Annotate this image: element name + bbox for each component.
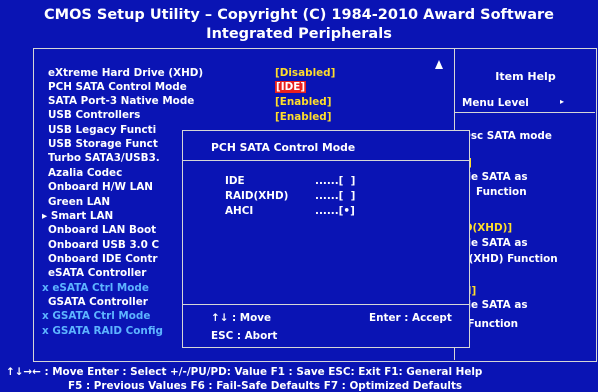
option-popup: PCH SATA Control Mode IDE ......[ ] RAID…	[182, 130, 470, 348]
menu-item-esata-ctrl-mode: x eSATA Ctrl Mode	[42, 282, 149, 294]
item-help-title: Item Help	[495, 70, 556, 83]
option-ide-label[interactable]: IDE	[225, 175, 245, 187]
menu-item-sata-port3[interactable]: SATA Port-3 Native Mode	[48, 95, 194, 107]
popup-hint-accept: Enter : Accept	[369, 312, 452, 324]
help-text-line: Function	[476, 186, 527, 198]
menu-item-smart-lan[interactable]: ▸ Smart LAN	[42, 210, 113, 222]
help-text-line: ble SATA as	[460, 299, 528, 311]
option-ide-radio[interactable]: ......[ ]	[315, 175, 355, 187]
menu-item-turbo-sata3[interactable]: Turbo SATA3/USB3.	[48, 152, 160, 164]
option-raid-radio[interactable]: ......[ ]	[315, 190, 355, 202]
option-raid-label[interactable]: RAID(XHD)	[225, 190, 288, 202]
menu-item-onboard-hw-lan[interactable]: Onboard H/W LAN	[48, 181, 153, 193]
popup-divider-top	[183, 160, 469, 161]
menu-level-label: Menu Level	[462, 97, 529, 109]
popup-divider-bottom	[183, 304, 469, 305]
popup-hint-abort: ESC : Abort	[211, 330, 278, 342]
title-line-1: CMOS Setup Utility – Copyright (C) 1984-…	[44, 7, 554, 23]
menu-item-usb-legacy[interactable]: USB Legacy Functi	[48, 124, 156, 136]
menu-item-onboard-lan-boot[interactable]: Onboard LAN Boot	[48, 224, 156, 236]
help-text-line: ble SATA as	[460, 237, 528, 249]
menu-item-azalia-codec[interactable]: Azalia Codec	[48, 167, 122, 179]
footer-keys-line-2: F5 : Previous Values F6 : Fail-Safe Defa…	[68, 380, 463, 392]
menu-level-arrow-icon: ▸	[560, 97, 565, 106]
popup-hint-move: ↑↓ : Move	[211, 312, 272, 324]
menu-item-usb-storage[interactable]: USB Storage Funct	[48, 138, 158, 150]
menu-level: Menu Level ▸	[462, 97, 564, 109]
menu-value-sata-port3[interactable]: [Enabled]	[275, 96, 332, 108]
option-ahci-radio[interactable]: ......[•]	[315, 205, 355, 217]
help-text-line: ble SATA as	[460, 171, 528, 183]
title-line-2: Integrated Peripherals	[206, 26, 392, 42]
menu-item-pch-sata[interactable]: PCH SATA Control Mode	[48, 81, 187, 93]
menu-item-gsata-ctrl-mode: x GSATA Ctrl Mode	[42, 310, 151, 322]
scroll-up-arrow-icon[interactable]	[435, 60, 443, 69]
help-text-line: Osc SATA mode	[462, 130, 552, 142]
menu-item-green-lan[interactable]: Green LAN	[48, 196, 110, 208]
menu-item-onboard-ide[interactable]: Onboard IDE Contr	[48, 253, 157, 265]
option-ahci-label[interactable]: AHCI	[225, 205, 253, 217]
menu-item-gsata-raid-config: x GSATA RAID Config	[42, 325, 163, 337]
menu-item-esata-controller[interactable]: eSATA Controller	[48, 267, 146, 279]
menu-item-gsata-controller[interactable]: GSATA Controller	[48, 296, 148, 308]
menu-item-xhd[interactable]: eXtreme Hard Drive (XHD)	[48, 67, 203, 79]
menu-item-onboard-usb3[interactable]: Onboard USB 3.0 C	[48, 239, 159, 251]
footer-keys-line-1: ↑↓→← : Move Enter : Select +/-/PU/PD: Va…	[6, 366, 483, 378]
selected-value-highlight[interactable]: [IDE]	[275, 81, 307, 93]
help-separator	[455, 112, 595, 113]
menu-value-pch-sata[interactable]: [IDE]	[275, 81, 307, 93]
popup-title: PCH SATA Control Mode	[211, 141, 356, 154]
menu-item-usb-controllers[interactable]: USB Controllers	[48, 109, 140, 121]
menu-value-usb-controllers[interactable]: [Enabled]	[275, 111, 332, 123]
help-text-line: D(XHD) Function	[460, 253, 558, 265]
menu-value-xhd[interactable]: [Disabled]	[275, 67, 335, 79]
